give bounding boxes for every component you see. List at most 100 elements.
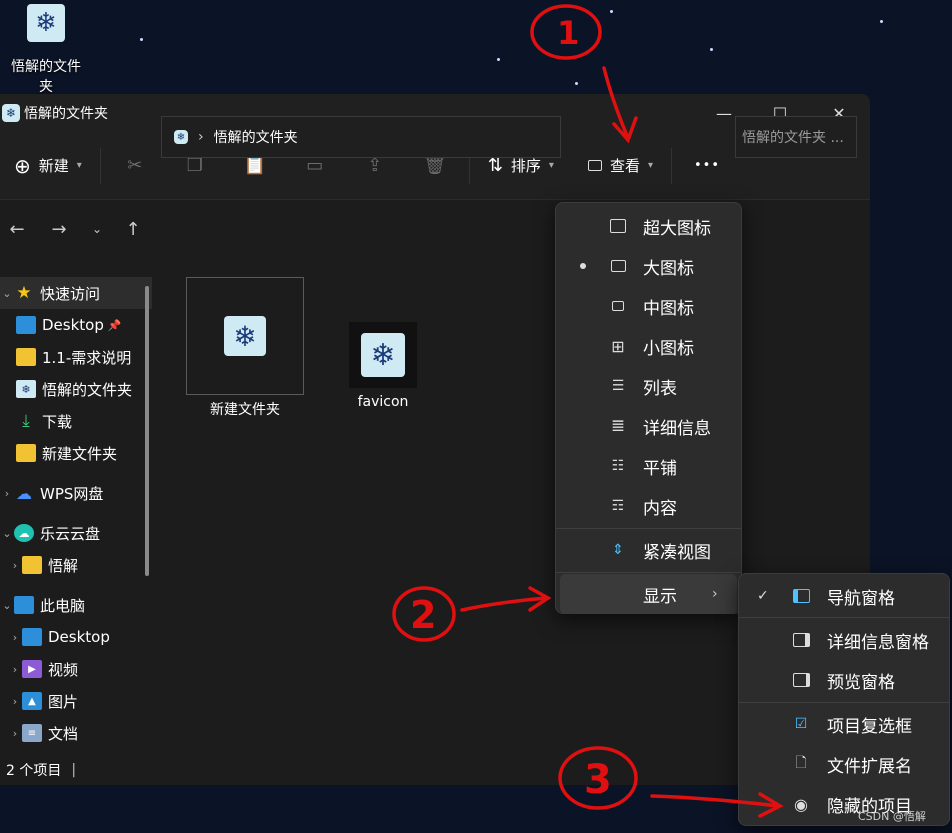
- file-name: favicon: [357, 394, 409, 410]
- eye-icon: ◉: [794, 794, 808, 814]
- menu-divider: [739, 617, 949, 618]
- menu-item-details-pane[interactable]: 详细信息窗格: [739, 620, 949, 660]
- desktop-icon: [16, 316, 36, 334]
- desktop-icon: [22, 628, 42, 646]
- breadcrumb[interactable]: 悟解的文件夹: [214, 127, 298, 147]
- menu-item-label: 详细信息: [643, 418, 711, 439]
- up-arrow-icon[interactable]: ↑: [110, 219, 156, 240]
- sidebar-item-quick-access[interactable]: ⌄ ★ 快速访问: [0, 277, 152, 309]
- menu-item-large-icons[interactable]: 大图标: [556, 246, 741, 286]
- menu-item-small-icons[interactable]: ⊞ 小图标: [556, 326, 741, 366]
- recent-chevron-icon[interactable]: ⌄: [84, 222, 110, 236]
- sidebar-scrollbar[interactable]: [145, 286, 149, 576]
- plus-circle-icon: ⊕: [14, 153, 31, 178]
- file-item-new-folder[interactable]: ❄ 新建文件夹: [186, 277, 304, 419]
- menu-item-item-checkboxes[interactable]: ☑ 项目复选框: [739, 704, 949, 744]
- picture-icon: ▲: [22, 692, 42, 710]
- sidebar-item-desktop[interactable]: Desktop 📌: [0, 309, 152, 341]
- menu-item-label: 平铺: [643, 458, 677, 479]
- tiles-icon: ☷: [611, 458, 625, 474]
- search-placeholder: 悟解的文件夹 ...: [742, 130, 844, 146]
- menu-item-medium-icons[interactable]: 中图标: [556, 286, 741, 326]
- menu-item-label: 预览窗格: [827, 672, 895, 693]
- sidebar-item-pictures[interactable]: › ▲ 图片: [0, 685, 152, 717]
- snowflake-folder-icon: ❄: [16, 380, 36, 398]
- menu-item-list[interactable]: ☰ 列表: [556, 366, 741, 406]
- menu-item-file-extensions[interactable]: 🗋 文件扩展名: [739, 744, 949, 784]
- menu-item-navigation-pane[interactable]: ✓ 导航窗格: [739, 576, 949, 616]
- chevron-down-icon: ⌄: [2, 286, 12, 300]
- forward-arrow-icon[interactable]: →: [34, 219, 84, 240]
- annotation-circle-1: [530, 4, 602, 60]
- file-item-favicon[interactable]: ❄ favicon: [343, 322, 423, 410]
- menu-item-label: 详细信息窗格: [827, 632, 929, 653]
- sidebar-item-label: 视频: [48, 660, 79, 679]
- preview-pane-icon: [791, 671, 811, 689]
- sidebar-item-leyun-cloud[interactable]: ⌄ ☁ 乐云云盘: [0, 517, 152, 549]
- back-arrow-icon[interactable]: ←: [0, 219, 34, 240]
- chevron-right-icon: ›: [12, 726, 18, 740]
- folder-icon: [16, 444, 36, 462]
- sidebar-item-label: 文档: [48, 724, 79, 743]
- sidebar-item-new-folder[interactable]: 新建文件夹: [0, 437, 152, 469]
- chevron-right-icon: ›: [12, 662, 18, 676]
- menu-item-extra-large-icons[interactable]: 超大图标: [556, 206, 741, 246]
- sort-button-label: 排序: [510, 157, 541, 175]
- menu-item-tiles[interactable]: ☷ 平铺: [556, 446, 741, 486]
- search-input[interactable]: 悟解的文件夹 ...: [735, 116, 857, 158]
- watermark: CSDN @悟解: [858, 810, 926, 823]
- sidebar-item-label: 下载: [42, 412, 73, 431]
- sidebar-item-wujie-folder[interactable]: ❄ 悟解的文件夹: [0, 373, 152, 405]
- sort-arrows-icon: ⇅: [487, 155, 503, 176]
- address-bar[interactable]: ❄ › 悟解的文件夹: [161, 116, 561, 158]
- cut-icon[interactable]: ✂: [115, 146, 155, 186]
- small-icons-grid-icon: ⊞: [611, 336, 625, 356]
- file-extension-icon: 🗋: [795, 755, 807, 771]
- sidebar-item-wujie[interactable]: › 悟解: [0, 549, 152, 581]
- menu-divider: [556, 572, 741, 573]
- menu-item-label: 中图标: [643, 298, 694, 319]
- folder-snowflake-icon: ❄: [2, 104, 20, 122]
- sidebar-item-videos[interactable]: › ▶ 视频: [0, 653, 152, 685]
- view-button[interactable]: 查看 ▾: [576, 146, 665, 186]
- menu-item-compact-view[interactable]: ⇕ 紧凑视图: [556, 530, 741, 570]
- sidebar-item-label: WPS网盘: [40, 484, 104, 503]
- selected-dot-icon: [580, 263, 586, 269]
- sidebar-item-downloads[interactable]: ⤓ 下载: [0, 405, 152, 437]
- folder-icon: [22, 556, 42, 574]
- sidebar-item-requirements[interactable]: 1.1-需求说明: [0, 341, 152, 373]
- desktop-folder-icon[interactable]: ❄ 悟解的文件夹: [6, 4, 86, 96]
- menu-item-label: 列表: [643, 378, 677, 399]
- menu-item-label: 导航窗格: [827, 588, 895, 609]
- chevron-down-icon: ▾: [548, 160, 554, 171]
- chevron-right-icon: ›: [12, 630, 18, 644]
- sidebar-item-documents[interactable]: › ≡ 文档: [0, 717, 152, 749]
- menu-item-show[interactable]: 显示 ›: [560, 574, 737, 614]
- menu-item-details[interactable]: ≣ 详细信息: [556, 406, 741, 446]
- content-icon: ☶: [611, 498, 625, 514]
- medium-icon: [608, 297, 628, 315]
- sidebar-item-pc-desktop[interactable]: › Desktop: [0, 621, 152, 653]
- sidebar-item-label: 图片: [48, 692, 79, 711]
- window-title: 悟解的文件夹: [24, 106, 108, 122]
- compact-view-icon: ⇕: [612, 542, 624, 558]
- sidebar-item-label: Desktop: [42, 316, 104, 334]
- computer-icon: [14, 596, 34, 614]
- menu-item-preview-pane[interactable]: 预览窗格: [739, 660, 949, 700]
- download-icon: ⤓: [22, 411, 30, 431]
- snowflake-icon: ❄: [27, 4, 65, 42]
- file-name: 新建文件夹: [210, 402, 280, 418]
- file-list: ❄ 新建文件夹 ❄ favicon: [160, 274, 560, 754]
- view-button-label: 查看: [609, 157, 640, 175]
- background-star: [880, 20, 883, 23]
- menu-item-content[interactable]: ☶ 内容: [556, 486, 741, 526]
- background-star: [710, 48, 713, 51]
- new-button[interactable]: ⊕ 新建 ▾: [2, 146, 94, 186]
- more-options-button[interactable]: •••: [682, 146, 732, 186]
- folder-icon: [16, 348, 36, 366]
- background-star: [610, 10, 613, 13]
- sidebar-item-this-pc[interactable]: ⌄ 此电脑: [0, 589, 152, 621]
- menu-item-label: 大图标: [643, 258, 694, 279]
- sidebar-item-wps-cloud[interactable]: › ☁ WPS网盘: [0, 477, 152, 509]
- sidebar-item-label: 新建文件夹: [42, 444, 118, 463]
